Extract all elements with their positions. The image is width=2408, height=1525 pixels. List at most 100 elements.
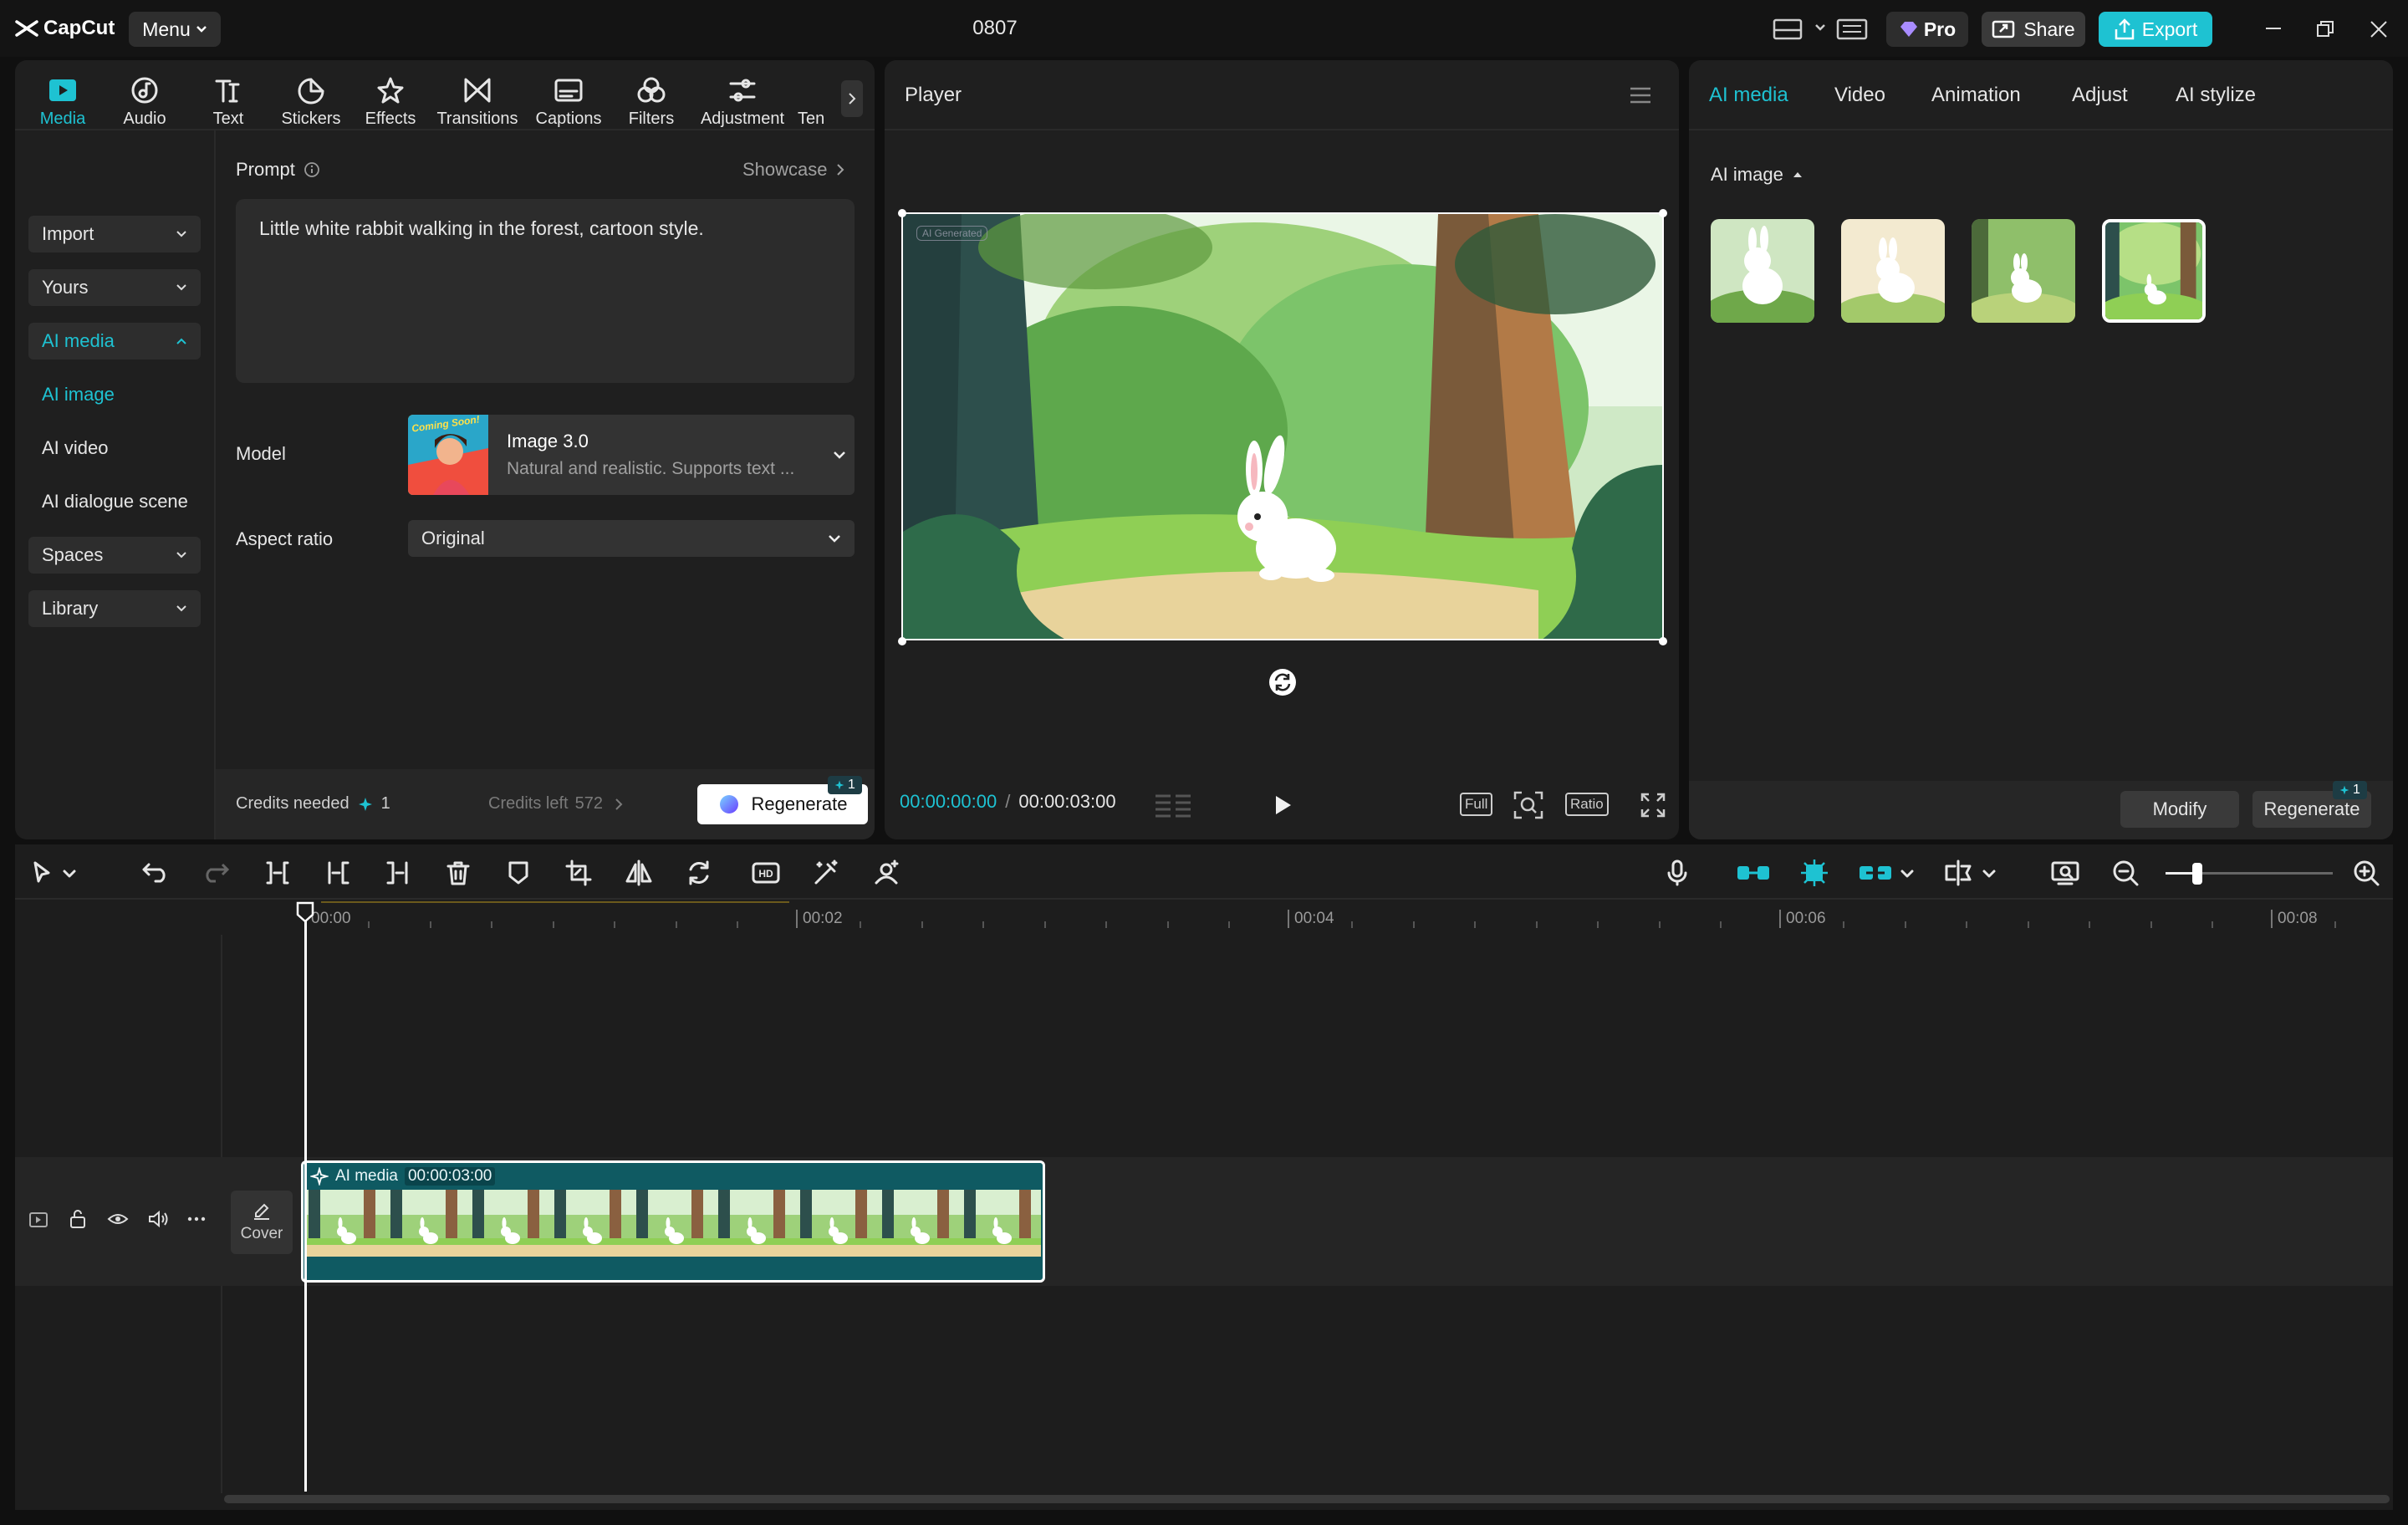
- crop-icon[interactable]: [564, 858, 594, 888]
- time-ruler[interactable]: 00:00 00:02 00:04 00:06 00:08: [15, 901, 2393, 935]
- prompt-input[interactable]: Little white rabbit walking in the fores…: [236, 199, 855, 383]
- playhead-handle-icon[interactable]: [296, 901, 314, 923]
- play-icon[interactable]: [1271, 793, 1294, 818]
- tab-adjustment[interactable]: Adjustment: [694, 69, 791, 129]
- main-track-magnet-icon[interactable]: [1736, 858, 1771, 888]
- info-icon[interactable]: [304, 161, 320, 178]
- regenerate-credit-badge: 1: [828, 776, 862, 794]
- ai-media-clip[interactable]: AI media 00:00:03:00: [301, 1160, 1045, 1283]
- model-select[interactable]: Coming Soon! Image 3.0 Natural and reali…: [408, 415, 855, 495]
- tab-transitions-label: Transitions: [436, 110, 518, 128]
- crop-handle-top-left[interactable]: [898, 209, 906, 217]
- tab-animation[interactable]: Animation: [1931, 84, 2021, 107]
- ai-image-section-toggle[interactable]: AI image: [1711, 164, 1803, 186]
- split-right-icon[interactable]: [383, 858, 413, 888]
- timeline-horizontal-scrollbar[interactable]: [224, 1495, 2390, 1503]
- select-cursor-icon[interactable]: [27, 858, 57, 888]
- zoom-fit-icon[interactable]: [1513, 791, 1543, 819]
- timeline-view-icon[interactable]: [1154, 793, 1192, 818]
- credits-left-link[interactable]: Credits left 572: [488, 794, 623, 814]
- tab-filters[interactable]: Filters: [614, 69, 689, 129]
- sidebar-item-ai-video[interactable]: AI video: [42, 437, 109, 459]
- ai-image-thumbnail-3[interactable]: [1972, 219, 2075, 323]
- effects-icon: [377, 77, 404, 104]
- ai-image-thumbnail-2[interactable]: [1841, 219, 1945, 323]
- remove-background-icon[interactable]: [871, 858, 901, 888]
- rotate-icon[interactable]: [1268, 667, 1298, 697]
- import-button[interactable]: Import: [28, 216, 201, 252]
- magic-wand-icon[interactable]: [811, 858, 841, 888]
- tab-text[interactable]: Text: [191, 69, 266, 129]
- timeline-fit-icon[interactable]: [2050, 858, 2080, 888]
- ai-image-thumbnail-1[interactable]: [1711, 219, 1814, 323]
- crop-handle-bottom-right[interactable]: [1659, 637, 1667, 645]
- spaces-button[interactable]: Spaces: [28, 537, 201, 574]
- layout-chevron-icon[interactable]: [1814, 23, 1826, 32]
- full-quality-button[interactable]: Full: [1460, 793, 1493, 816]
- preview-axis-chevron-icon[interactable]: [1982, 858, 1997, 888]
- tabs-scroll-right-button[interactable]: [841, 80, 863, 117]
- crop-handle-top-right[interactable]: [1659, 209, 1667, 217]
- zoom-out-icon[interactable]: [2110, 858, 2140, 888]
- ratio-button[interactable]: Ratio: [1565, 793, 1609, 816]
- playhead[interactable]: [304, 906, 307, 1492]
- track-header: [15, 1155, 221, 1286]
- more-options-icon[interactable]: [187, 1216, 206, 1222]
- tab-stickers[interactable]: Stickers: [269, 69, 353, 129]
- microphone-icon[interactable]: [1662, 858, 1692, 888]
- cursor-mode-chevron-icon[interactable]: [62, 858, 77, 888]
- sidebar-item-ai-image[interactable]: AI image: [42, 384, 115, 405]
- undo-icon[interactable]: [140, 858, 171, 888]
- library-button[interactable]: Library: [28, 590, 201, 627]
- tab-video[interactable]: Video: [1834, 84, 1885, 107]
- mirror-icon[interactable]: [624, 858, 654, 888]
- crop-handle-bottom-left[interactable]: [898, 637, 906, 645]
- regenerate-badge-value: 1: [848, 778, 855, 792]
- tab-ai-stylize[interactable]: AI stylize: [2176, 84, 2256, 107]
- shortcuts-icon[interactable]: [1836, 18, 1870, 40]
- delete-icon[interactable]: [443, 858, 473, 888]
- split-left-icon[interactable]: [323, 858, 353, 888]
- preview-axis-icon[interactable]: [1943, 858, 1973, 888]
- fullscreen-icon[interactable]: [1640, 793, 1666, 818]
- modify-button[interactable]: Modify: [2120, 791, 2239, 828]
- mark-icon[interactable]: [503, 858, 533, 888]
- hamburger-menu-icon[interactable]: [1629, 85, 1652, 105]
- split-icon[interactable]: [263, 858, 293, 888]
- tab-media[interactable]: Media: [25, 69, 100, 129]
- hd-enhance-icon[interactable]: HD: [751, 858, 781, 888]
- zoom-slider-handle[interactable]: [2192, 863, 2202, 885]
- layout-icon[interactable]: [1773, 18, 1806, 40]
- zoom-in-icon[interactable]: [2351, 858, 2381, 888]
- eye-icon[interactable]: [107, 1211, 129, 1227]
- yours-button[interactable]: Yours: [28, 269, 201, 306]
- tab-adjust[interactable]: Adjust: [2072, 84, 2128, 107]
- export-button[interactable]: Export: [2099, 12, 2212, 47]
- volume-icon[interactable]: [147, 1209, 169, 1229]
- ai-image-thumbnail-4-selected[interactable]: [2102, 219, 2206, 323]
- tab-transitions[interactable]: Transitions: [430, 69, 525, 129]
- cover-button[interactable]: Cover: [231, 1191, 293, 1254]
- showcase-link[interactable]: Showcase: [742, 159, 844, 181]
- tab-ai-media[interactable]: AI media: [1709, 84, 1788, 107]
- close-icon[interactable]: [2370, 20, 2388, 38]
- share-button[interactable]: Share: [1982, 12, 2085, 47]
- ai-media-button[interactable]: AI media: [28, 323, 201, 360]
- tab-effects[interactable]: Effects: [353, 69, 428, 129]
- pro-button[interactable]: Pro: [1886, 12, 1968, 47]
- tab-audio[interactable]: Audio: [107, 69, 182, 129]
- menu-button[interactable]: Menu: [129, 12, 221, 47]
- linkage-icon[interactable]: [1858, 858, 1893, 888]
- restore-icon[interactable]: [2316, 20, 2334, 38]
- auto-snapping-icon[interactable]: [1799, 858, 1829, 888]
- tab-captions[interactable]: Captions: [528, 69, 609, 129]
- lock-icon[interactable]: [69, 1209, 87, 1229]
- aspect-ratio-select[interactable]: Original: [408, 520, 855, 557]
- video-preview[interactable]: AI Generated: [901, 212, 1664, 640]
- sidebar-item-ai-dialogue[interactable]: AI dialogue scene: [42, 491, 188, 513]
- tab-templates[interactable]: Ten: [798, 69, 831, 129]
- rotate-clip-icon[interactable]: [684, 858, 714, 888]
- minimize-icon[interactable]: [2264, 22, 2283, 35]
- redo-icon[interactable]: [201, 858, 231, 888]
- linkage-chevron-icon[interactable]: [1900, 858, 1915, 888]
